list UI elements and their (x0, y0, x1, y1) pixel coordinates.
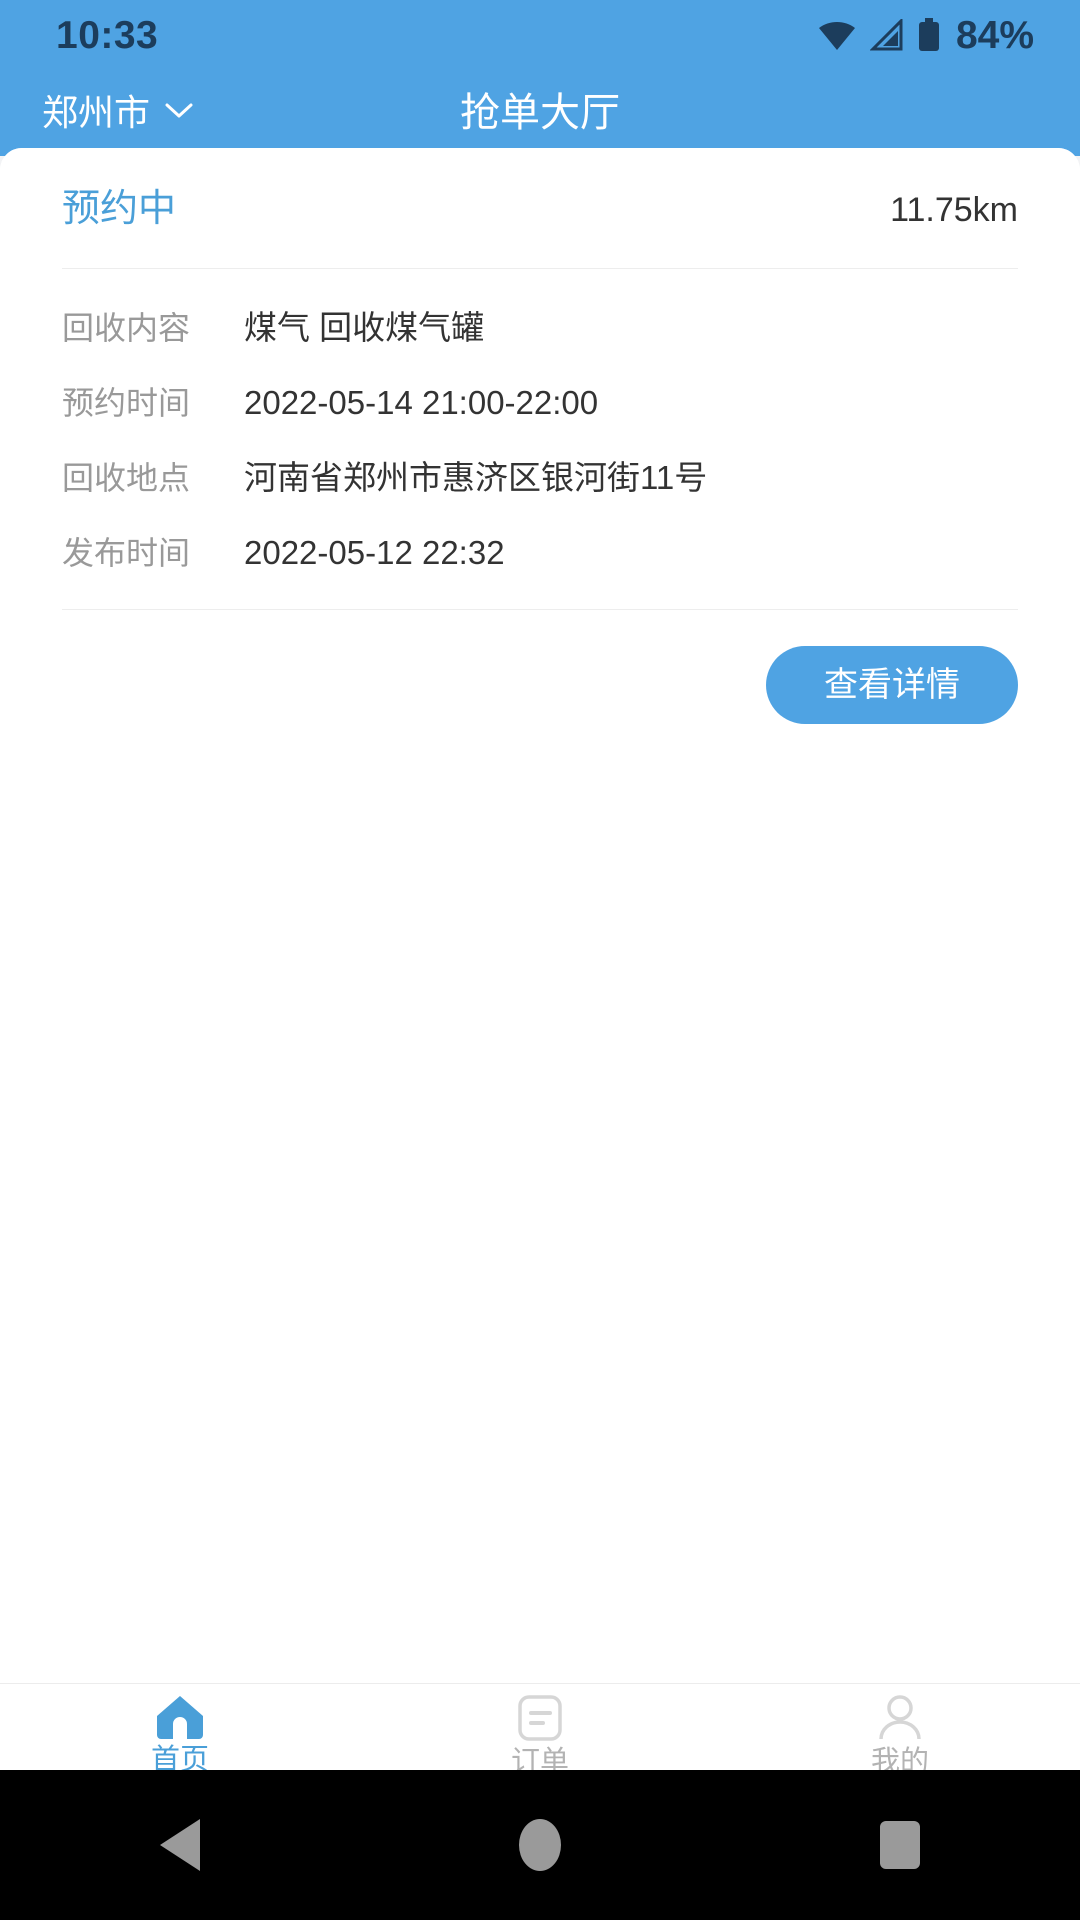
detail-row: 发布时间 2022-05-12 22:32 (62, 516, 1018, 591)
system-navigation-bar (0, 1770, 1080, 1920)
detail-value: 河南省郑州市惠济区银河街11号 (244, 458, 708, 496)
wifi-icon (817, 19, 857, 51)
battery-icon (917, 18, 941, 52)
detail-label: 发布时间 (62, 534, 191, 571)
detail-row: 回收内容 煤气 回收煤气罐 (62, 291, 1018, 366)
back-triangle-icon (160, 1819, 200, 1871)
detail-label: 回收内容 (62, 310, 191, 346)
status-badge: 预约中 (62, 188, 177, 230)
signal-icon (869, 19, 904, 51)
battery-percent-label: 84% (955, 13, 1034, 57)
order-card-header: 预约中 11.75km (62, 148, 1018, 268)
order-card[interactable]: 预约中 11.75km 回收内容 煤气 回收煤气罐 预约时间 2022-05-1… (0, 148, 1080, 758)
chevron-down-icon (164, 101, 194, 126)
status-bar: 10:33 84% (0, 0, 1080, 70)
detail-value: 煤气 回收煤气罐 (244, 309, 485, 346)
view-detail-button[interactable]: 查看详情 (766, 645, 1018, 724)
tab-home[interactable]: 首页 (0, 1684, 360, 1775)
detail-label: 回收地点 (62, 459, 191, 496)
home-icon (155, 1694, 205, 1740)
order-document-icon (517, 1694, 563, 1742)
city-selector-label: 郑州市 (42, 92, 151, 133)
detail-value: 2022-05-14 21:00-22:00 (244, 383, 599, 421)
recents-square-icon (880, 1821, 920, 1869)
tab-profile[interactable]: 我的 (720, 1684, 1080, 1777)
detail-value: 2022-05-12 22:32 (244, 533, 505, 571)
detail-row: 回收地点 河南省郑州市惠济区银河街11号 (62, 441, 1018, 516)
order-detail-list: 回收内容 煤气 回收煤气罐 预约时间 2022-05-14 21:00-22:0… (62, 269, 1018, 609)
person-icon (876, 1694, 924, 1742)
status-bar-indicators: 84% (817, 16, 1034, 55)
order-distance: 11.75km (890, 191, 1018, 229)
detail-row: 预约时间 2022-05-14 21:00-22:00 (62, 366, 1018, 441)
system-recents-button[interactable] (840, 1795, 960, 1895)
content-sheet: 预约中 11.75km 回收内容 煤气 回收煤气罐 预约时间 2022-05-1… (0, 148, 1080, 1684)
status-bar-clock: 10:33 (56, 13, 159, 57)
home-circle-icon (519, 1819, 561, 1871)
phone-screen: 10:33 84% 抢单大厅 郑州市 预约中 11.75km 回收内容 煤气 回… (0, 0, 1080, 1920)
app-header: 抢单大厅 郑州市 (0, 70, 1080, 156)
system-back-button[interactable] (120, 1795, 240, 1895)
order-card-actions: 查看详情 (62, 610, 1018, 758)
bottom-tab-bar: 首页 订单 我的 (0, 1683, 1080, 1777)
city-selector[interactable]: 郑州市 (34, 70, 202, 156)
detail-label: 预约时间 (62, 384, 191, 421)
system-home-button[interactable] (480, 1795, 600, 1895)
tab-orders[interactable]: 订单 (360, 1684, 720, 1777)
